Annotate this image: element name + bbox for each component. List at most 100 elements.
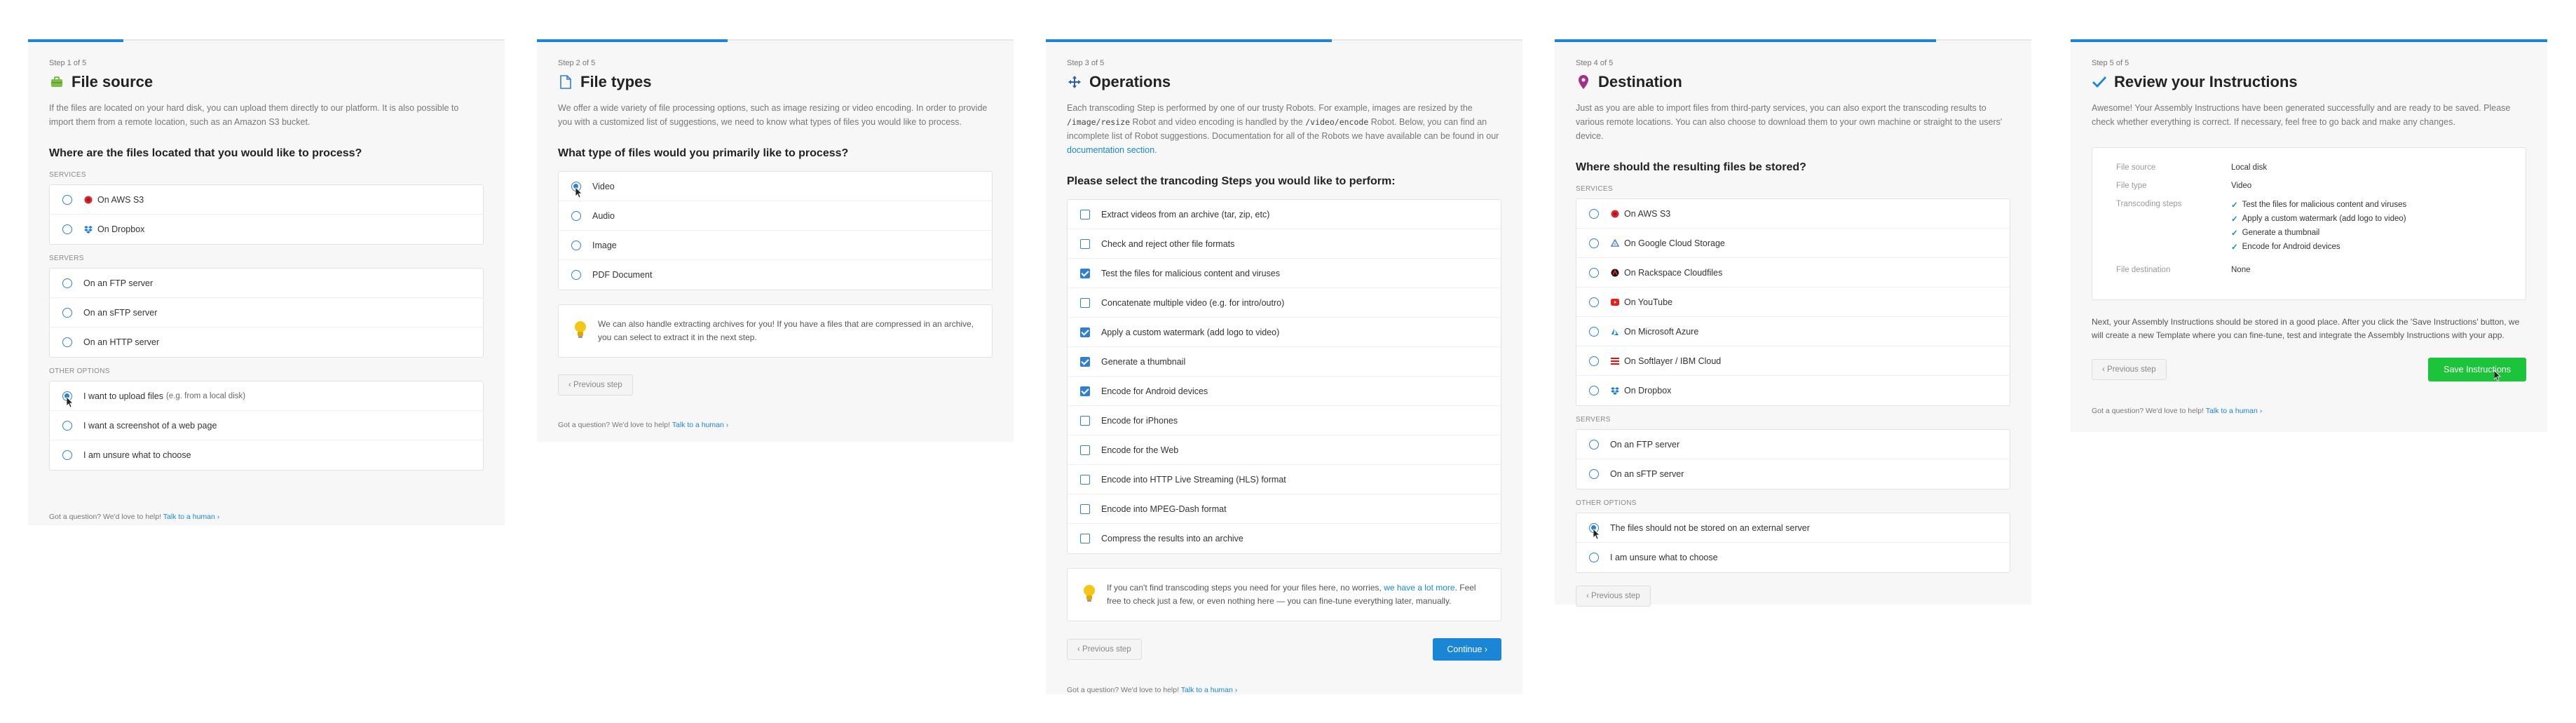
radio-button[interactable] [62, 420, 72, 431]
options-box-other: I want to upload files (e.g. from a local… [49, 381, 484, 471]
option-unsure[interactable]: I am unsure what to choose [1576, 543, 2010, 572]
summary-row-file-source: File source Local disk [2116, 163, 2268, 172]
lightbulb-icon [1084, 585, 1095, 602]
option-no-external[interactable]: The files should not be stored on an ext… [1576, 513, 2010, 543]
talk-to-human-link[interactable]: Talk to a human › [163, 513, 220, 521]
options-box-operations: Extract videos from an archive (tar, zip… [1067, 199, 1501, 554]
step-panel-destination: Step 4 of 5 Destination Just as you are … [1555, 39, 2031, 607]
section-label-servers: SERVERS [1576, 416, 1611, 424]
checkbox[interactable] [1080, 445, 1090, 455]
option-virus-scan[interactable]: Test the files for malicious content and… [1068, 259, 1501, 288]
option-hls[interactable]: Encode into HTTP Live Streaming (HLS) fo… [1068, 465, 1501, 494]
previous-step-button[interactable]: ‹ Previous step [1576, 586, 1651, 607]
file-icon [558, 74, 573, 90]
radio-button[interactable] [62, 224, 72, 234]
description: We offer a wide variety of file processi… [558, 103, 988, 127]
radio-button[interactable] [62, 194, 72, 205]
radio-button[interactable] [1589, 208, 1599, 219]
option-youtube[interactable]: On YouTube [1576, 288, 2010, 317]
checkbox[interactable] [1080, 415, 1090, 426]
option-check-formats[interactable]: Check and reject other file formats [1068, 229, 1501, 259]
talk-to-human-link[interactable]: Talk to a human › [672, 421, 729, 429]
checkbox[interactable] [1080, 534, 1090, 543]
option-upload-files[interactable]: I want to upload files (e.g. from a local… [50, 381, 483, 411]
tip-box: We can also handle extracting archives f… [558, 304, 993, 358]
previous-step-button[interactable]: ‹ Previous step [1067, 639, 1142, 660]
option-ftp[interactable]: On an FTP server [50, 269, 483, 298]
option-image[interactable]: Image [559, 231, 992, 260]
option-iphones[interactable]: Encode for iPhones [1068, 406, 1501, 435]
radio-button[interactable] [62, 307, 72, 318]
radio-button[interactable] [1589, 386, 1599, 396]
radio-button[interactable] [1589, 553, 1599, 562]
option-mpeg-dash[interactable]: Encode into MPEG-Dash format [1068, 494, 1501, 524]
radio-button[interactable] [1589, 469, 1599, 479]
option-extract-videos[interactable]: Extract videos from an archive (tar, zip… [1068, 200, 1501, 229]
talk-to-human-link[interactable]: Talk to a human › [2206, 407, 2263, 415]
option-screenshot[interactable]: I want a screenshot of a web page [50, 411, 483, 440]
page-title: File types [558, 73, 993, 91]
option-compress[interactable]: Compress the results into an archive [1068, 524, 1501, 553]
save-instructions-button[interactable]: Save Instructions [2428, 358, 2526, 381]
option-softlayer[interactable]: On Softlayer / IBM Cloud [1576, 346, 2010, 376]
checkbox[interactable] [1080, 209, 1090, 219]
checkbox-checked[interactable] [1080, 268, 1090, 278]
option-ftp[interactable]: On an FTP server [1576, 430, 2010, 459]
more-steps-link[interactable]: we have a lot more [1384, 583, 1454, 593]
previous-step-button[interactable]: ‹ Previous step [2092, 359, 2167, 380]
option-watermark[interactable]: Apply a custom watermark (add logo to vi… [1068, 318, 1501, 347]
checkbox[interactable] [1080, 238, 1090, 249]
checkbox-checked[interactable] [1080, 356, 1090, 367]
option-dropbox[interactable]: On Dropbox [1576, 376, 2010, 405]
option-aws-s3[interactable]: On AWS S3 [1576, 199, 2010, 229]
radio-button[interactable] [62, 450, 72, 460]
radio-button[interactable] [571, 240, 581, 250]
radio-button[interactable] [1589, 297, 1599, 307]
option-google-cloud[interactable]: On Google Cloud Storage [1576, 229, 2010, 258]
radio-button[interactable] [1589, 439, 1599, 450]
option-unsure[interactable]: I am unsure what to choose [50, 440, 483, 470]
continue-button[interactable]: Continue › [1433, 638, 1501, 661]
radio-button[interactable] [571, 210, 581, 221]
progress-bar [1555, 39, 1936, 42]
checkbox[interactable] [1080, 297, 1090, 308]
radio-button[interactable] [1589, 326, 1599, 337]
option-dropbox[interactable]: On Dropbox [50, 215, 483, 244]
radio-button[interactable] [1589, 267, 1599, 278]
check-icon: ✓ [2231, 201, 2238, 210]
progress-bar [2071, 39, 2547, 42]
question: Where should the resulting files be stor… [1576, 161, 1806, 173]
checkbox[interactable] [1080, 504, 1090, 514]
button-row: ‹ Previous step Save Instructions [2092, 358, 2526, 381]
option-video[interactable]: Video [559, 172, 992, 201]
checkbox-checked[interactable] [1080, 386, 1090, 396]
radio-button[interactable] [1589, 356, 1599, 366]
page-title: File source [49, 73, 484, 91]
radio-button[interactable] [571, 270, 581, 280]
previous-step-button[interactable]: ‹ Previous step [558, 374, 633, 396]
checkbox[interactable] [1080, 474, 1090, 485]
option-azure[interactable]: On Microsoft Azure [1576, 317, 2010, 346]
checkbox-checked[interactable] [1080, 327, 1090, 337]
option-pdf[interactable]: PDF Document [559, 260, 992, 290]
option-sftp[interactable]: On an sFTP server [1576, 459, 2010, 489]
option-http[interactable]: On an HTTP server [50, 327, 483, 357]
option-rackspace[interactable]: On Rackspace Cloudfiles [1576, 258, 2010, 288]
checkmark-icon [2092, 74, 2107, 90]
option-aws-s3[interactable]: On AWS S3 [50, 185, 483, 215]
radio-button[interactable] [62, 337, 72, 347]
azure-icon [1610, 327, 1620, 337]
option-android[interactable]: Encode for Android devices [1068, 377, 1501, 406]
mouse-cursor-icon [1593, 529, 1600, 540]
option-web[interactable]: Encode for the Web [1068, 435, 1501, 465]
option-audio[interactable]: Audio [559, 201, 992, 231]
documentation-link[interactable]: documentation section [1067, 145, 1154, 155]
radio-button[interactable] [62, 278, 72, 288]
option-sftp[interactable]: On an sFTP server [50, 298, 483, 327]
option-thumbnail[interactable]: Generate a thumbnail [1068, 347, 1501, 377]
radio-button[interactable] [1589, 238, 1599, 248]
talk-to-human-link[interactable]: Talk to a human › [1181, 686, 1238, 694]
option-concatenate[interactable]: Concatenate multiple video (e.g. for int… [1068, 288, 1501, 318]
aws-s3-icon [1610, 209, 1620, 219]
list-item: ✓ Generate a thumbnail [2231, 229, 2320, 238]
